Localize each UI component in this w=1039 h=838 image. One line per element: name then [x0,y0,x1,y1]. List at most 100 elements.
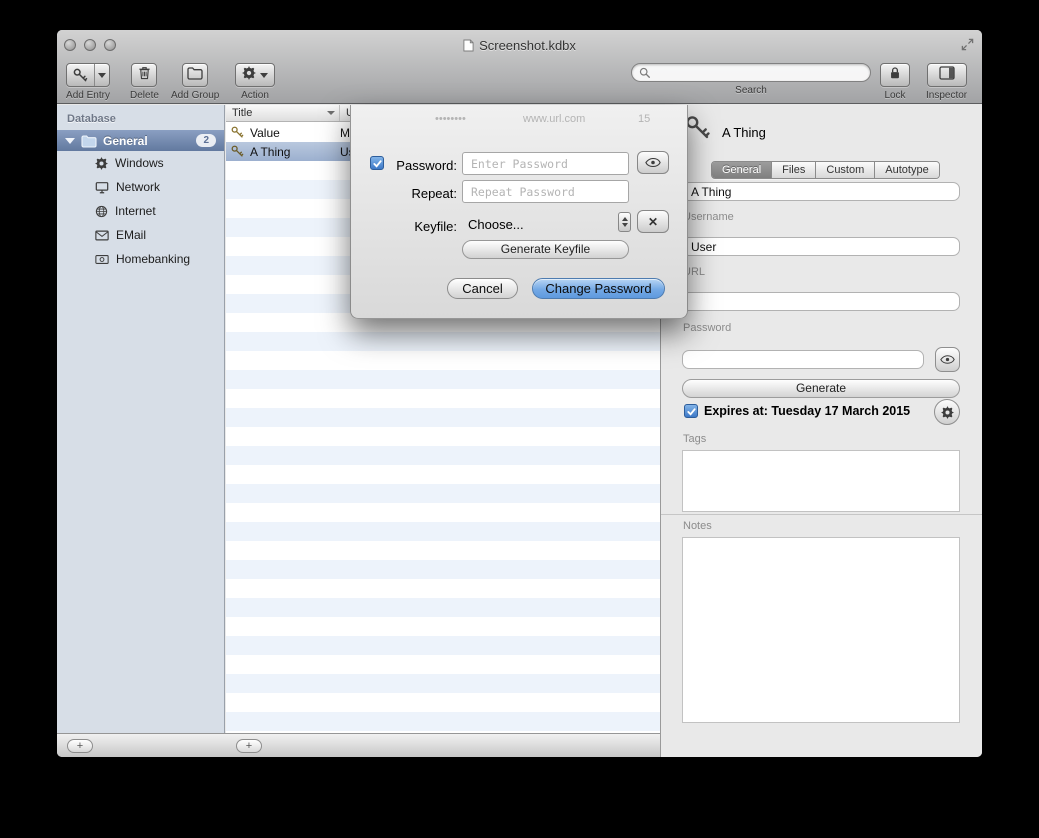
envelope-icon [95,230,109,241]
add-entry-dropdown[interactable] [94,64,109,86]
sidebar-header: Database [57,105,224,130]
sheet-repeat-label: Repeat: [379,186,457,201]
add-entry-label: Add Entry [66,90,110,101]
sort-indicator-icon [327,111,335,115]
search-field[interactable] [631,63,871,82]
expires-label: Expires at: Tuesday 17 March 2015 [704,404,910,418]
cancel-button[interactable]: Cancel [447,278,518,299]
sidebar-item-network[interactable]: Network [57,175,224,199]
gear-icon [242,66,256,85]
sidebar-item-windows[interactable]: Windows [57,151,224,175]
reveal-password-button[interactable] [935,347,960,372]
document-icon [463,39,474,52]
keyfile-stepper[interactable] [618,212,631,232]
add-entry-footer-button[interactable]: + [236,739,262,753]
search-input[interactable] [656,66,863,80]
tab-files[interactable]: Files [772,162,816,178]
sidebar-item-label: Windows [115,156,164,170]
delete-label: Delete [130,90,159,101]
expires-row: Expires at: Tuesday 17 March 2015 [684,404,910,418]
inspector-label: Inspector [926,90,967,101]
sheet-repeat-field[interactable] [462,180,629,203]
notes-box[interactable] [682,537,960,723]
username-label: Username [683,211,734,223]
sheet-password-field[interactable] [462,152,629,175]
group-count-badge: 2 [196,134,216,147]
expires-gear-button[interactable] [934,399,960,425]
gear-icon [941,406,954,419]
key-icon [231,145,244,158]
delete-button[interactable] [131,63,157,87]
app-window: Screenshot.kdbx Add Entry [57,30,982,757]
sidebar: Database General 2 Windows Network [57,105,225,733]
folder-icon [81,134,97,148]
change-password-sheet: •••••••• www.url.com 15 Password: Repeat… [350,105,688,319]
add-group-button[interactable] [182,63,208,87]
lock-label: Lock [884,90,905,101]
change-password-button[interactable]: Change Password [532,278,665,299]
sidebar-group-label: General [103,134,148,148]
inspector-tabs: General Files Custom Autotype [711,161,940,179]
sheet-repeat-input[interactable] [463,185,628,199]
url-input[interactable] [683,295,959,309]
password-field[interactable] [682,350,924,369]
sheet-reveal-password-button[interactable] [637,151,669,174]
sidebar-footer: + [57,733,226,757]
column-header-title[interactable]: Title [226,105,340,121]
expires-checkbox[interactable] [684,404,698,418]
entry-title: A Thing [250,145,290,159]
column-header-title-label: Title [232,107,252,119]
inspector-panel-icon [939,66,955,85]
monitor-icon [95,181,109,194]
add-group-footer-button[interactable]: + [67,739,93,753]
disclosure-triangle-icon[interactable] [65,138,75,144]
title-field[interactable] [682,182,960,201]
ghost-password-cell: •••••••• [435,113,466,125]
search-group: Search [631,63,871,96]
ghost-url-cell: www.url.com [523,113,585,125]
action-group: Action [235,63,275,101]
action-button[interactable] [235,63,275,87]
lock-icon [888,66,902,85]
inspector-button[interactable] [927,63,967,87]
sheet-keyfile-label: Keyfile: [379,219,457,234]
inspector-group: Inspector [926,63,967,101]
globe-icon [95,205,108,218]
title-input[interactable] [683,185,959,199]
notes-label: Notes [683,520,712,532]
tab-autotype[interactable]: Autotype [875,162,938,178]
sidebar-item-email[interactable]: EMail [57,223,224,247]
tab-general[interactable]: General [712,162,772,178]
add-entry-button[interactable] [66,63,110,87]
ghost-count-cell: 15 [638,113,650,125]
window-title-text: Screenshot.kdbx [479,38,576,53]
checkmark-icon [686,406,697,417]
username-input[interactable] [683,240,959,254]
clear-keyfile-button[interactable]: ✕ [637,210,669,233]
add-group-label: Add Group [171,90,219,101]
lock-button[interactable] [880,63,910,87]
trash-icon [137,65,152,85]
fullscreen-icon[interactable] [961,38,974,56]
sidebar-item-internet[interactable]: Internet [57,199,224,223]
eye-icon [940,355,955,364]
keyfile-popup[interactable]: Choose... [468,217,524,232]
sidebar-item-label: Network [116,180,160,194]
generate-keyfile-button[interactable]: Generate Keyfile [462,240,629,259]
sidebar-item-homebanking[interactable]: Homebanking [57,247,224,271]
username-field[interactable] [682,237,960,256]
sheet-password-input[interactable] [463,157,628,171]
window-title: Screenshot.kdbx [57,38,982,53]
chevron-up-icon [622,217,628,221]
tab-custom[interactable]: Custom [816,162,875,178]
add-entry-group: Add Entry [66,63,110,101]
sidebar-group-general[interactable]: General 2 [57,130,224,151]
search-label: Search [735,85,767,96]
entry-key-icon [685,115,711,146]
generate-password-button[interactable]: Generate [682,379,960,398]
sidebar-item-label: Homebanking [116,252,190,266]
tags-box[interactable] [682,450,960,512]
url-field[interactable] [682,292,960,311]
password-input[interactable] [683,353,923,367]
action-label: Action [241,90,269,101]
